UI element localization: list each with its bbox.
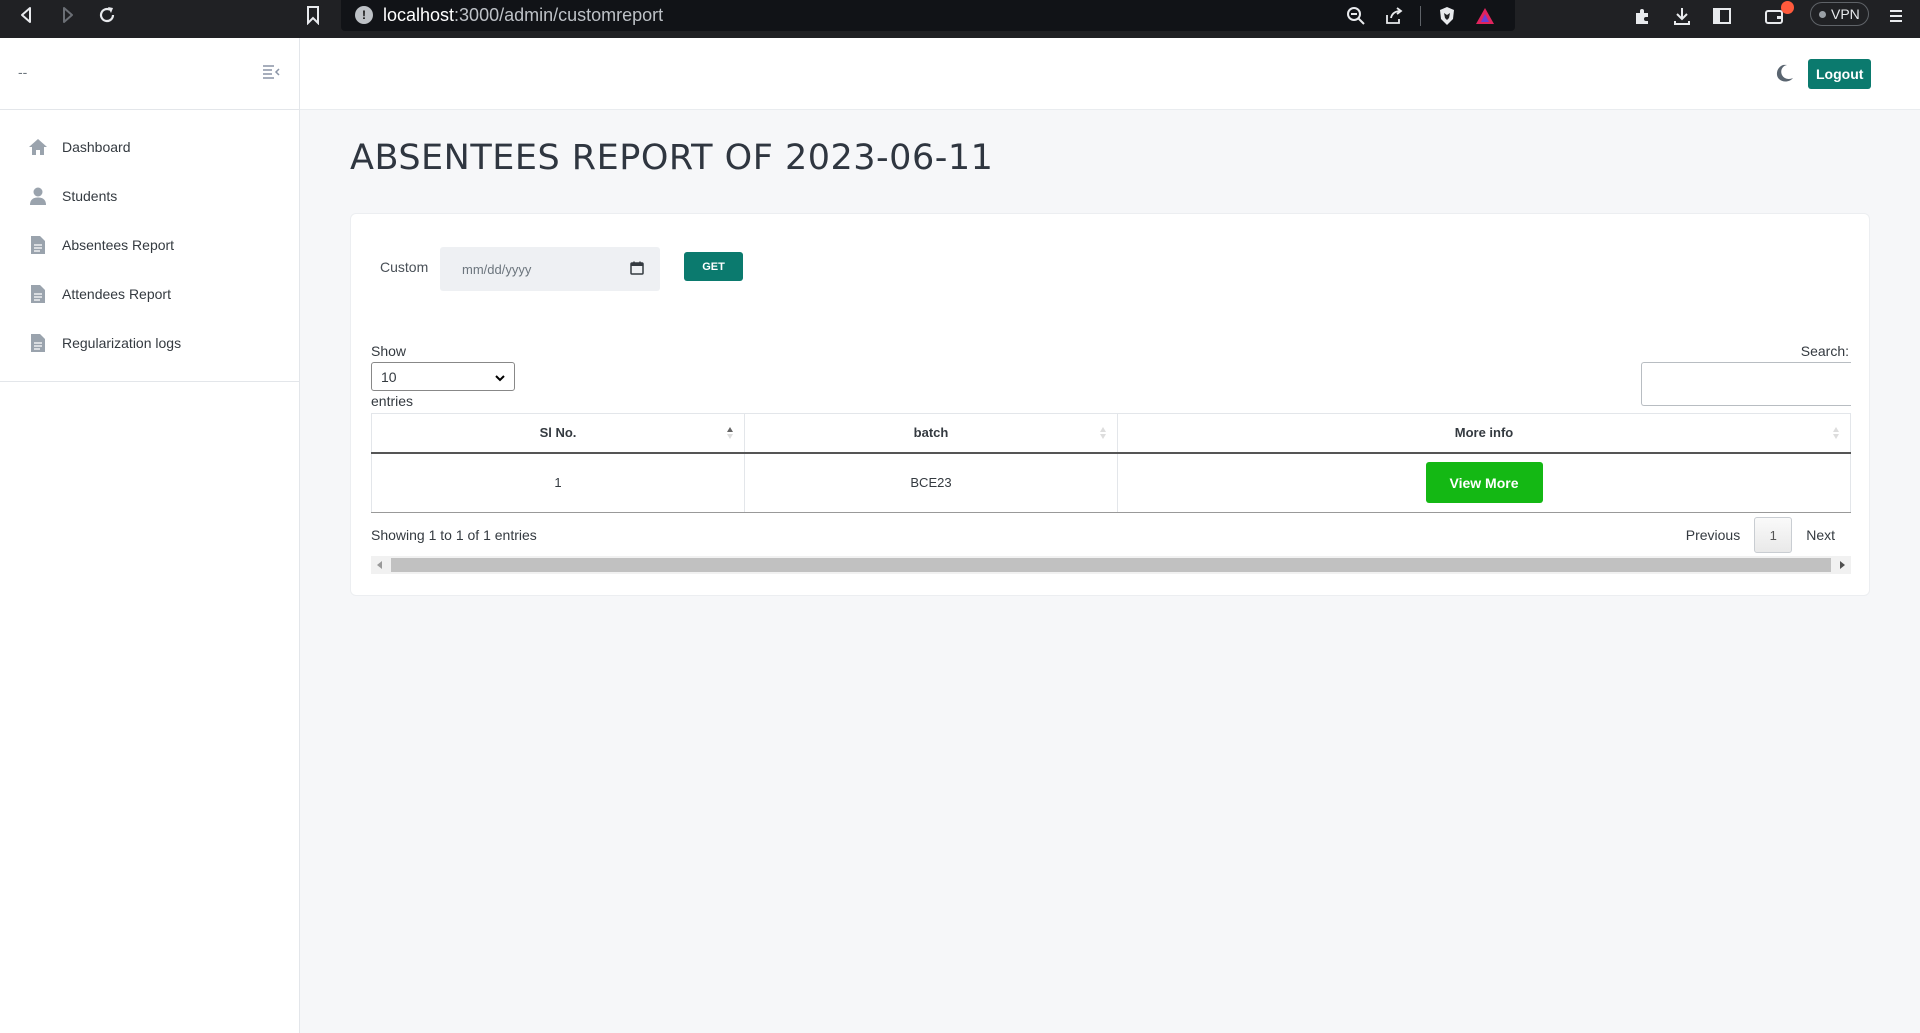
cell-more-info: View More (1117, 452, 1851, 513)
date-placeholder: mm/dd/yyyy (462, 261, 532, 277)
horizontal-scrollbar[interactable] (371, 556, 1851, 574)
sidebar-menu: Dashboard Students Absentees Report Atte… (0, 110, 299, 382)
brave-rewards-icon[interactable] (1473, 4, 1497, 28)
search-label: Search: (1800, 343, 1849, 359)
scroll-left-icon[interactable] (375, 560, 385, 570)
table-header-row: Sl No. batch More info (371, 413, 1851, 454)
zoom-icon[interactable] (1344, 4, 1368, 28)
user-icon (28, 186, 48, 206)
column-header-more-info[interactable]: More info (1117, 413, 1851, 454)
sort-icon (1100, 427, 1106, 439)
sort-asc-icon (727, 427, 733, 439)
home-icon (28, 137, 48, 157)
vpn-button[interactable]: VPN (1810, 2, 1869, 26)
bookmark-icon[interactable] (293, 0, 333, 30)
url-path: :3000/admin/customreport (454, 5, 664, 25)
page-title: ABSENTEES REPORT OF 2023-06-11 (350, 138, 994, 178)
sidebar-item-label: Students (62, 187, 118, 204)
scroll-right-icon[interactable] (1837, 560, 1847, 570)
reload-icon[interactable] (87, 0, 127, 30)
share-icon[interactable] (1382, 4, 1406, 28)
get-button[interactable]: GET (684, 252, 743, 281)
sidebar-toggle-icon[interactable] (1708, 3, 1736, 29)
address-bar[interactable]: ! localhost:3000/admin/customreport (341, 0, 1515, 31)
column-header-label: More info (1454, 425, 1514, 441)
date-input[interactable]: mm/dd/yyyy (440, 247, 660, 291)
column-header-label: batch (913, 425, 949, 441)
sidebar-item-absentees-report[interactable]: Absentees Report (0, 220, 299, 269)
sidebar-item-label: Regularization logs (62, 334, 182, 351)
forward-icon[interactable] (47, 0, 87, 30)
sidebar-item-attendees-report[interactable]: Attendees Report (0, 269, 299, 318)
pagination: Previous 1 Next (1672, 517, 1849, 553)
back-icon[interactable] (7, 0, 47, 30)
site-info-icon[interactable]: ! (355, 6, 373, 24)
vpn-label: VPN (1831, 6, 1860, 22)
document-icon (28, 235, 48, 255)
document-icon (28, 333, 48, 353)
search-input[interactable] (1641, 362, 1851, 406)
sidebar-item-dashboard[interactable]: Dashboard (0, 122, 299, 171)
divider (1420, 6, 1421, 26)
show-label: Show (371, 343, 407, 359)
moon-icon[interactable] (1774, 62, 1796, 84)
sidebar-item-regularization-logs[interactable]: Regularization logs (0, 318, 299, 367)
download-icon[interactable] (1668, 3, 1696, 29)
sidebar-item-label: Absentees Report (62, 236, 175, 253)
cell-batch: BCE23 (744, 452, 1118, 513)
page-size-value: 10 (381, 368, 397, 385)
page-button-current[interactable]: 1 (1754, 517, 1793, 553)
next-page-button[interactable]: Next (1792, 527, 1849, 543)
menu-icon[interactable] (1882, 3, 1910, 29)
brave-shield-icon[interactable] (1435, 4, 1459, 28)
absentees-table: Sl No. batch More info 1 BCE23 View More (371, 413, 1851, 513)
chevron-down-icon (494, 371, 506, 383)
calendar-icon[interactable] (630, 261, 644, 275)
view-more-button[interactable]: View More (1425, 462, 1543, 504)
scrollbar-thumb[interactable] (391, 558, 1831, 572)
sidebar: -- Dashboard Students Absentees Report A… (0, 38, 300, 1033)
column-header-label: Sl No. (539, 425, 577, 441)
cell-sl-no: 1 (371, 452, 745, 513)
report-card: Custom mm/dd/yyyy GET Show 10 entries Se… (350, 213, 1870, 596)
url-text: localhost:3000/admin/customreport (383, 5, 663, 26)
document-icon (28, 284, 48, 304)
extensions-icon[interactable] (1628, 3, 1656, 29)
column-header-batch[interactable]: batch (744, 413, 1118, 454)
sidebar-item-label: Attendees Report (62, 285, 171, 302)
brand-text: -- (18, 64, 28, 80)
collapse-sidebar-icon[interactable] (262, 64, 280, 80)
sidebar-item-label: Dashboard (62, 138, 131, 155)
logout-button[interactable]: Logout (1808, 59, 1872, 89)
browser-toolbar: ! localhost:3000/admin/customreport VPN (0, 0, 1920, 38)
table-row: 1 BCE23 View More (371, 452, 1851, 513)
column-header-sl-no[interactable]: Sl No. (371, 413, 745, 454)
vpn-status-dot (1819, 10, 1826, 18)
sidebar-header: -- (0, 38, 299, 110)
custom-label: Custom (380, 259, 429, 275)
notification-badge (1781, 1, 1794, 14)
url-host: localhost (383, 5, 455, 25)
previous-page-button[interactable]: Previous (1672, 527, 1754, 543)
sidebar-item-students[interactable]: Students (0, 171, 299, 220)
entries-label: entries (371, 393, 414, 409)
sort-icon (1833, 427, 1839, 439)
page-size-select[interactable]: 10 (371, 362, 515, 391)
table-info: Showing 1 to 1 of 1 entries (371, 527, 537, 543)
top-bar: Logout (300, 38, 1920, 110)
